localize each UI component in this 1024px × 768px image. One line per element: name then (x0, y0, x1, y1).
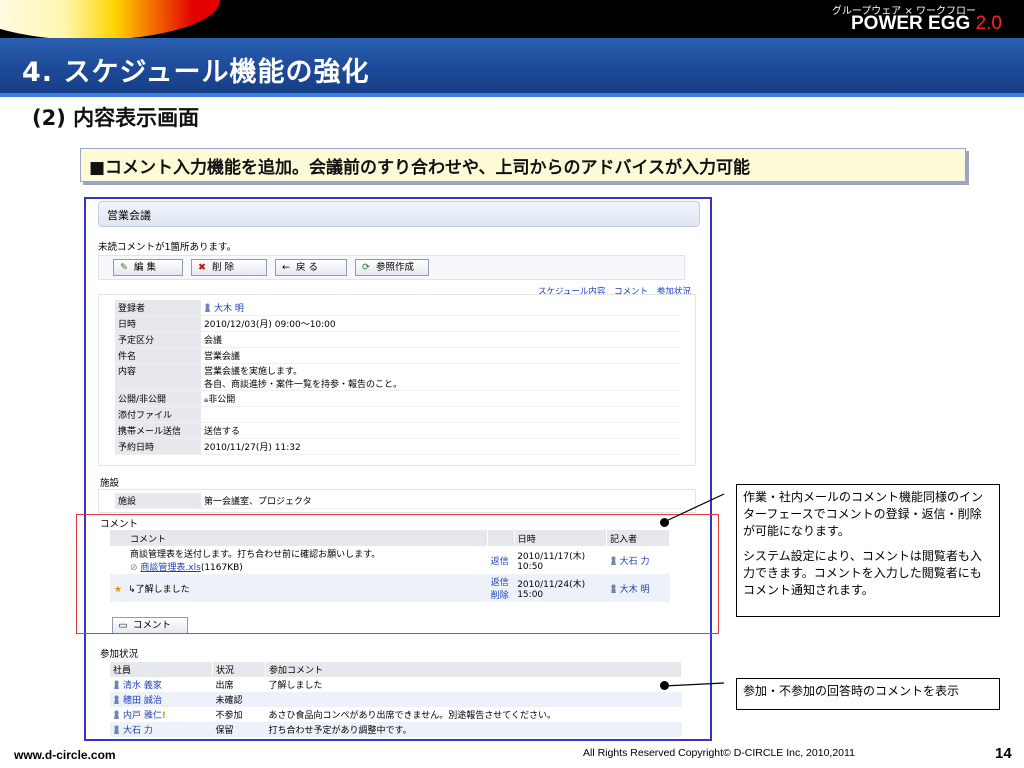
footer-url: www.d-circle.com (14, 748, 116, 762)
footer-copyright: All Rights Reserved Copyright© D-CIRCLE … (583, 747, 855, 759)
page-number: 14 (995, 745, 1012, 762)
leader-dot (660, 518, 669, 527)
callout-text-2: システム設定により、コメントは閲覧者も入力できます。コメントを入力した閲覧者にも… (743, 549, 982, 597)
leader-line-participation (663, 682, 725, 687)
callout-text-3: 参加・不参加の回答時のコメントを表示 (743, 684, 960, 698)
callout-text-1: 作業・社内メールのコメント機能同様のインターフェースでコメントの登録・返信・削除… (743, 490, 984, 538)
leader-dot (660, 681, 669, 690)
participation-callout: 参加・不参加の回答時のコメントを表示 (736, 678, 1000, 710)
leader-line-comment (663, 493, 725, 523)
leader-lines (663, 493, 725, 687)
comment-callout: 作業・社内メールのコメント機能同様のインターフェースでコメントの登録・返信・削除… (736, 484, 1000, 617)
